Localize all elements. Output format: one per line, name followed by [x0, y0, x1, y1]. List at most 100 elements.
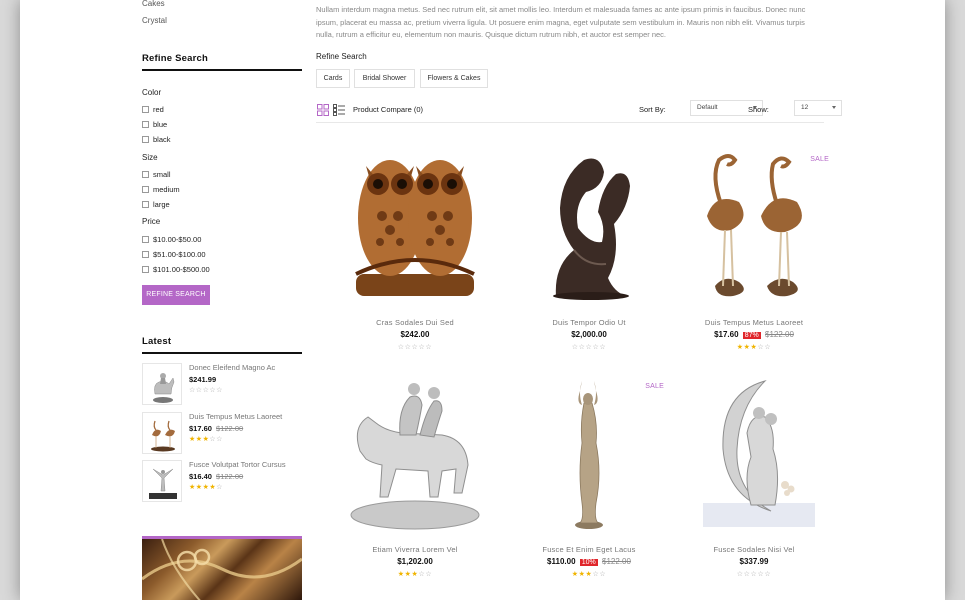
subcategory-chip-flowers-cakes[interactable]: Flowers & Cakes	[420, 69, 488, 88]
rating-stars: ☆☆☆☆☆	[189, 386, 223, 394]
option-label: $51.00-$100.00	[153, 250, 206, 259]
horse-rider-statue-thumbnail[interactable]	[142, 363, 182, 405]
product-name[interactable]: Fusce Et Enim Eget Lacus	[508, 545, 670, 554]
checkbox[interactable]	[142, 171, 149, 178]
filter-color-black[interactable]: black	[142, 135, 171, 144]
product-name[interactable]: Duis Tempor Odio Ut	[508, 318, 670, 327]
product-price: $2,000.00	[508, 330, 670, 339]
latest-product-2[interactable]: Duis Tempus Metus Laoreet $17.60 $122.00…	[142, 412, 302, 456]
category-link-crystal[interactable]: Crystal	[142, 16, 167, 25]
checkbox[interactable]	[142, 186, 149, 193]
price-current: $17.60	[189, 424, 212, 433]
rating-stars: ★★★★☆	[189, 483, 223, 491]
product-price: $110.00 10% $122.00	[508, 557, 670, 566]
star-filled-icon: ★	[189, 484, 196, 491]
latest-product-price: $17.60 $122.00	[189, 424, 243, 433]
product-name[interactable]: Cras Sodales Dui Sed	[334, 318, 496, 327]
star-empty-icon: ☆	[216, 387, 223, 394]
star-empty-icon: ☆	[571, 344, 579, 351]
latest-product-name[interactable]: Fusce Volutpat Tortor Cursus	[189, 460, 286, 469]
star-filled-icon: ★	[736, 344, 744, 351]
refine-search-button[interactable]: REFINE SEARCH	[142, 285, 210, 305]
price-old: $122.00	[765, 330, 794, 339]
rating-stars: ☆☆☆☆☆	[334, 343, 496, 351]
star-empty-icon: ☆	[599, 344, 607, 351]
star-empty-icon: ☆	[743, 571, 751, 578]
product-name[interactable]: Duis Tempus Metus Laoreet	[673, 318, 835, 327]
price-current: $1,202.00	[397, 557, 433, 566]
abstract-couple-statue-image[interactable]	[516, 146, 662, 306]
star-empty-icon: ☆	[425, 571, 433, 578]
price-filter-label: Price	[142, 217, 161, 226]
moon-couple-statue-image[interactable]	[681, 373, 827, 533]
flamingo-statue-thumbnail[interactable]	[142, 412, 182, 454]
latest-product-name[interactable]: Duis Tempus Metus Laoreet	[189, 412, 282, 421]
list-view-icon[interactable]	[333, 104, 345, 116]
product-name[interactable]: Fusce Sodales Nisi Vel	[673, 545, 835, 554]
latest-product-1[interactable]: Donec Eleifend Magno Ac $241.99 ☆☆☆☆☆	[142, 363, 302, 407]
product-name[interactable]: Etiam Viverra Lorem Vel	[334, 545, 496, 554]
subcategory-chip-cards[interactable]: Cards	[316, 69, 350, 88]
star-empty-icon: ☆	[736, 571, 744, 578]
product-card[interactable]: Fusce Sodales Nisi Vel $337.99 ☆☆☆☆☆	[673, 373, 835, 600]
filter-size-large[interactable]: large	[142, 200, 170, 209]
star-empty-icon: ☆	[578, 344, 586, 351]
category-description: Nullam interdum magna metus. Sed nec rut…	[316, 5, 806, 40]
flamingo-statue-icon	[151, 420, 175, 452]
product-price: $242.00	[334, 330, 496, 339]
page: Cakes Crystal Refine Search Color red bl…	[20, 0, 945, 600]
product-toolbar: Product Compare (0) Sort By: Default Sho…	[316, 98, 842, 123]
price-current: $2,000.00	[571, 330, 607, 339]
size-filter-label: Size	[142, 153, 158, 162]
rating-stars: ★★★☆☆	[334, 570, 496, 578]
product-card[interactable]: SALE Duis Tempus Metus Laoreet $17.60 87…	[673, 146, 835, 374]
filter-color-blue[interactable]: blue	[142, 120, 167, 129]
filter-size-small[interactable]: small	[142, 170, 171, 179]
rating-stars: ★★★☆☆	[508, 570, 670, 578]
star-empty-icon: ☆	[425, 344, 433, 351]
product-price: $17.60 87% $122.00	[673, 330, 835, 339]
star-filled-icon: ★	[195, 436, 203, 443]
show-count-select[interactable]: 12	[794, 100, 842, 116]
dancers-statue-thumbnail[interactable]	[142, 460, 182, 502]
grid-view-icon[interactable]	[317, 104, 329, 116]
product-card[interactable]: Etiam Viverra Lorem Vel $1,202.00 ★★★☆☆	[334, 373, 496, 600]
checkbox[interactable]	[142, 106, 149, 113]
checkbox[interactable]	[142, 136, 149, 143]
price-current: $16.40	[189, 472, 212, 481]
product-compare-link[interactable]: Product Compare (0)	[353, 105, 423, 114]
option-label: blue	[153, 120, 168, 129]
flamingo-statue-image[interactable]	[681, 146, 827, 306]
dancer-figurine-image[interactable]	[516, 373, 662, 533]
checkbox[interactable]	[142, 236, 149, 243]
show-count-value: 12	[801, 104, 809, 111]
star-empty-icon: ☆	[397, 344, 405, 351]
star-empty-icon: ☆	[189, 387, 196, 394]
latest-product-name[interactable]: Donec Eleifend Magno Ac	[189, 363, 275, 372]
filter-price-2[interactable]: $51.00-$100.00	[142, 250, 206, 259]
refine-title-underline	[142, 69, 302, 71]
checkbox[interactable]	[142, 266, 149, 273]
checkbox[interactable]	[142, 201, 149, 208]
price-old: $122.00	[216, 424, 244, 433]
filter-price-1[interactable]: $10.00-$50.00	[142, 235, 201, 244]
filter-size-medium[interactable]: medium	[142, 185, 180, 194]
latest-product-3[interactable]: Fusce Volutpat Tortor Cursus $16.40 $122…	[142, 460, 302, 504]
checkbox[interactable]	[142, 121, 149, 128]
product-card[interactable]: Cras Sodales Dui Sed $242.00 ☆☆☆☆☆	[334, 146, 496, 374]
product-card[interactable]: Duis Tempor Odio Ut $2,000.00 ☆☆☆☆☆	[508, 146, 670, 374]
subcategory-chip-bridal-shower[interactable]: Bridal Shower	[354, 69, 415, 88]
product-card[interactable]: SALE Fusce Et Enim Eget Lacus $110.00 10…	[508, 373, 670, 600]
gift-box-image	[142, 539, 302, 600]
price-current: $242.00	[400, 330, 430, 339]
owl-pair-statue-image[interactable]	[342, 146, 488, 306]
option-label: $101.00-$500.00	[153, 265, 210, 274]
horse-couple-statue-image[interactable]	[342, 373, 488, 533]
filter-color-red[interactable]: red	[142, 105, 164, 114]
filter-price-3[interactable]: $101.00-$500.00	[142, 265, 210, 274]
dancers-statue-icon	[149, 468, 177, 499]
price-current: $17.60	[714, 330, 739, 339]
gift-promo-banner[interactable]	[142, 536, 302, 600]
checkbox[interactable]	[142, 251, 149, 258]
category-link-cakes[interactable]: Cakes	[142, 0, 165, 8]
